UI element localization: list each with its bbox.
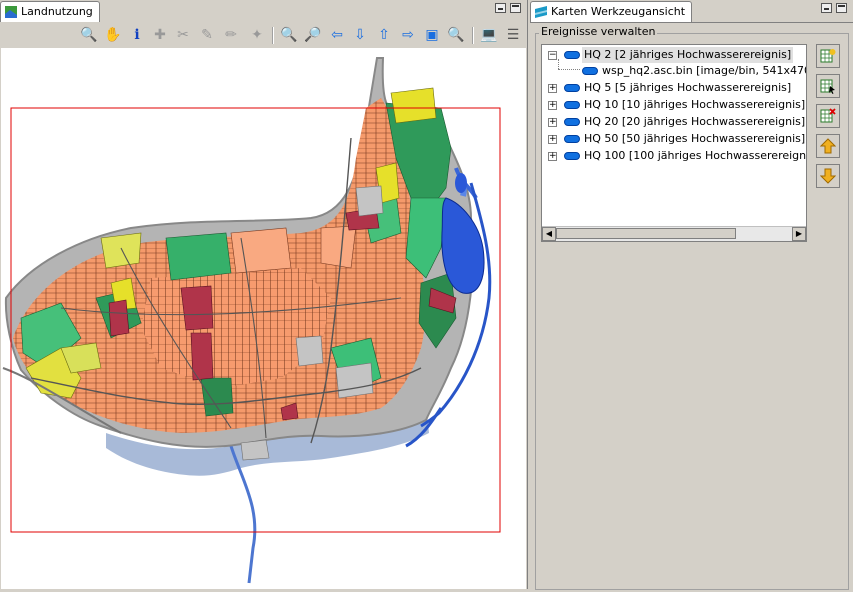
add-event-icon (820, 49, 836, 63)
tree-item-label: HQ 20 [20 jähriges Hochwasserereignis] (584, 115, 806, 128)
expand-toggle[interactable]: + (548, 135, 557, 144)
expand-toggle[interactable]: + (548, 84, 557, 93)
event-icon (564, 152, 580, 160)
pencil-icon[interactable]: ✎ (198, 26, 216, 44)
events-group-title: Ereignisse verwalten (539, 25, 658, 38)
tree-item-label: wsp_hq2.asc.bin [image/bin, 541x470, 5.0 (602, 64, 806, 77)
select-feature-icon[interactable]: ✦ (248, 26, 266, 44)
karten-werkzeugansicht-view: Karten Werkzeugansicht Ereignisse verwal… (530, 0, 853, 590)
land-use-map (2, 57, 501, 584)
select-event-button[interactable] (816, 74, 840, 98)
horizontal-scrollbar[interactable]: ◀ ▶ (542, 226, 806, 241)
add-vertex-icon[interactable]: ✚ (151, 26, 169, 44)
select-event-icon (820, 79, 835, 94)
move-down-icon (820, 168, 836, 184)
zoom-in-icon[interactable]: 🔍 (80, 26, 98, 44)
event-icon (564, 51, 580, 59)
map-tool-icon (535, 6, 547, 18)
move-up-button[interactable] (816, 134, 840, 158)
map-toolbar: 🔍 ✋ i ✚ ✂ ✎ ✏ ✦ 🔍 🔎 ⇦ ⇩ ⇧ ⇨ ▣ 🔍 💻 ☰ (0, 22, 527, 48)
event-icon (564, 118, 580, 126)
pan-left-icon[interactable]: ⇦ (328, 26, 346, 44)
pan-hand-icon[interactable]: ✋ (104, 26, 122, 44)
remove-event-button[interactable] (816, 104, 840, 128)
tree-item-label: HQ 50 [50 jähriges Hochwasserereignis] (584, 132, 806, 145)
zoom-selection-icon[interactable]: 🔍 (447, 26, 465, 44)
edit-geometry-icon[interactable]: ✏ (222, 26, 240, 44)
tree-item-hq20[interactable]: + HQ 20 [20 jähriges Hochwasserereignis] (548, 114, 805, 130)
pan-down-icon[interactable]: ⇩ (351, 26, 369, 44)
collapse-toggle[interactable]: − (548, 51, 557, 60)
add-event-button[interactable] (816, 44, 840, 68)
tree-item-label: HQ 10 [10 jähriges Hochwasserereignis] (584, 98, 806, 111)
scroll-right-arrow-icon[interactable]: ▶ (792, 227, 806, 241)
pan-up-icon[interactable]: ⇧ (375, 26, 393, 44)
expand-toggle[interactable]: + (548, 118, 557, 127)
move-down-button[interactable] (816, 164, 840, 188)
scrollbar-thumb[interactable] (556, 228, 736, 239)
expand-toggle[interactable]: + (548, 101, 557, 110)
raster-icon (582, 67, 598, 75)
event-icon (564, 84, 580, 92)
tree-item-hq50[interactable]: + HQ 50 [50 jähriges Hochwasserereignis] (548, 131, 805, 147)
tab-label: Karten Werkzeugansicht (551, 5, 686, 18)
maximize-button[interactable] (836, 3, 847, 13)
maximize-button[interactable] (510, 3, 521, 13)
events-tree[interactable]: − HQ 2 [2 jähriges Hochwasserereignis] w… (541, 44, 807, 242)
minimize-button[interactable] (821, 3, 832, 13)
landnutzung-editor: Landnutzung 🔍 ✋ i ✚ ✂ ✎ ✏ ✦ 🔍 🔎 ⇦ ⇩ ⇧ ⇨ … (0, 0, 528, 589)
tree-item-hq10[interactable]: + HQ 10 [10 jähriges Hochwasserereignis] (548, 97, 805, 113)
info-icon[interactable]: i (128, 26, 146, 44)
map-layer-icon (5, 6, 17, 18)
remove-event-icon (820, 108, 836, 123)
zoom-out-glass-icon[interactable]: 🔎 (304, 26, 322, 44)
event-icon (564, 101, 580, 109)
move-up-icon (820, 138, 836, 154)
full-extent-icon[interactable]: ▣ (423, 26, 441, 44)
tab-karten-werkzeugansicht[interactable]: Karten Werkzeugansicht (530, 1, 693, 22)
map-view[interactable] (1, 48, 526, 589)
expand-toggle[interactable]: + (548, 152, 557, 161)
agricultural-field (390, 87, 437, 124)
editor-tabbar: Landnutzung (0, 0, 527, 23)
tree-item-label: HQ 5 [5 jähriges Hochwasserereignis] (584, 81, 792, 94)
tree-item-label: HQ 2 [2 jähriges Hochwasserereignis] (582, 47, 794, 63)
minimize-button[interactable] (495, 3, 506, 13)
tab-label: Landnutzung (21, 5, 93, 18)
event-icon (564, 135, 580, 143)
map-settings-icon[interactable]: 💻 (480, 26, 498, 44)
legend-list-icon[interactable]: ☰ (504, 26, 522, 44)
tab-landnutzung[interactable]: Landnutzung (0, 1, 100, 22)
scissors-icon[interactable]: ✂ (174, 26, 192, 44)
view-tabbar: Karten Werkzeugansicht (530, 0, 853, 23)
tree-item-label: HQ 100 [100 jähriges Hochwasserereignis] (584, 149, 807, 162)
zoom-in-glass-icon[interactable]: 🔍 (280, 26, 298, 44)
pan-right-icon[interactable]: ⇨ (399, 26, 417, 44)
tree-item-hq100[interactable]: + HQ 100 [100 jähriges Hochwasserereigni… (548, 148, 806, 164)
tree-item-hq2[interactable]: − HQ 2 [2 jähriges Hochwasserereignis] (548, 47, 794, 63)
scroll-left-arrow-icon[interactable]: ◀ (542, 227, 556, 241)
tree-item-hq5[interactable]: + HQ 5 [5 jähriges Hochwasserereignis] (548, 80, 792, 96)
